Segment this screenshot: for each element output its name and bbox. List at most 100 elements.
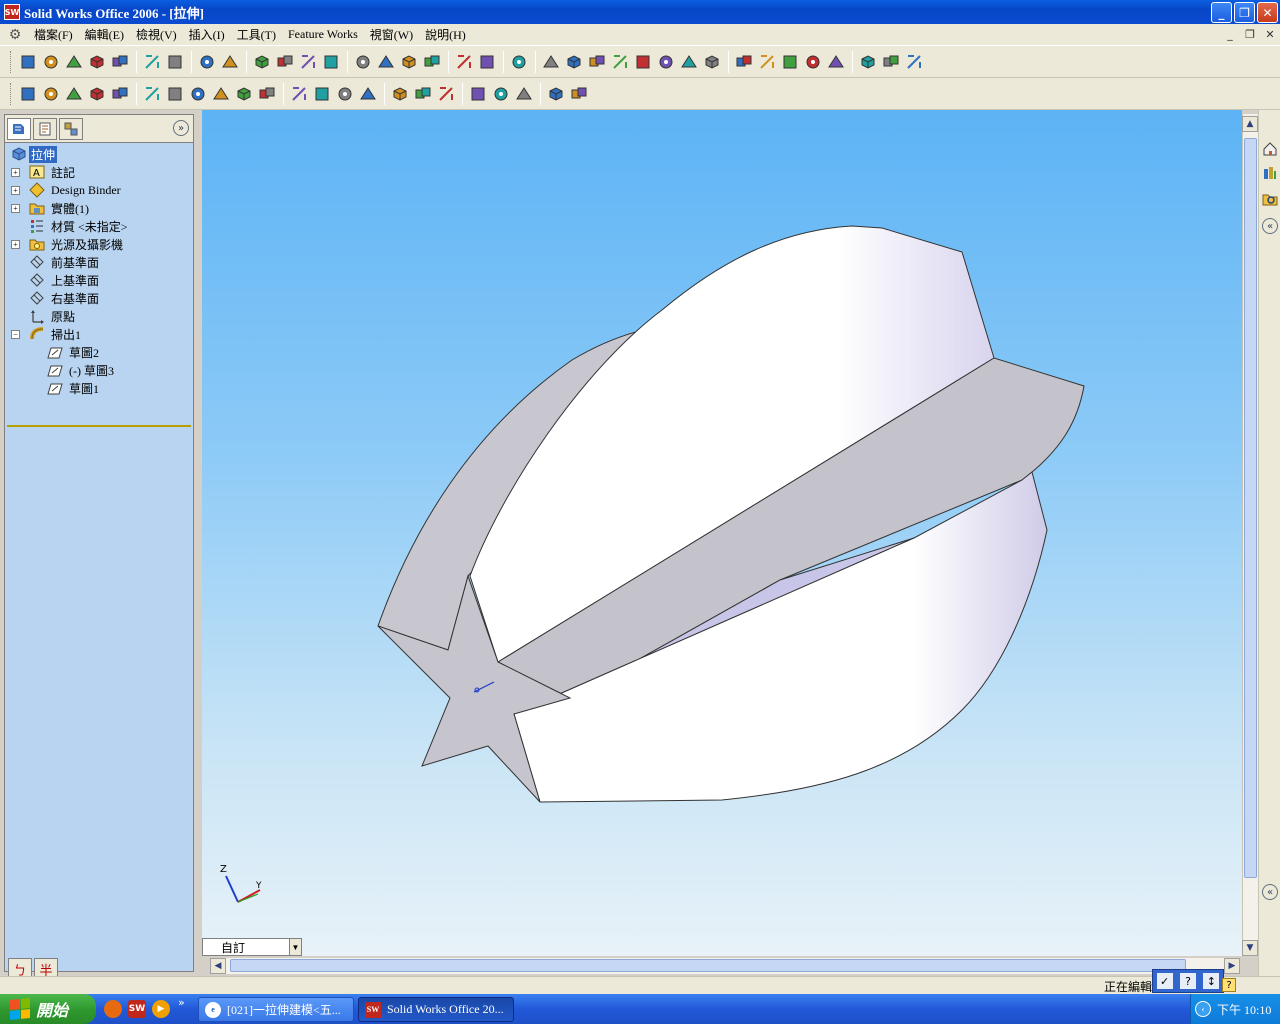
- collapse-icon[interactable]: «: [1262, 218, 1278, 234]
- horizontal-scroll-thumb[interactable]: [230, 959, 1186, 972]
- select-filter-icon[interactable]: [274, 51, 296, 73]
- new-icon[interactable]: [17, 51, 39, 73]
- expand-panel-icon[interactable]: »: [173, 120, 189, 136]
- smart-dim-icon[interactable]: [421, 51, 443, 73]
- grid-icon[interactable]: [352, 51, 374, 73]
- rebuild-icon[interactable]: [320, 51, 342, 73]
- toolbar-grip[interactable]: [10, 82, 13, 105]
- tree-item[interactable]: 材質 <未指定>: [5, 217, 193, 235]
- media-player-icon[interactable]: ▶: [152, 1000, 170, 1018]
- tree-expand-toggle[interactable]: +: [11, 185, 20, 195]
- features-icon[interactable]: [568, 83, 590, 105]
- shadows-icon[interactable]: [857, 51, 879, 73]
- circular-pattern-icon[interactable]: [412, 83, 434, 105]
- solidworks-app-icon[interactable]: SW: [4, 4, 20, 20]
- loft-icon[interactable]: [86, 83, 108, 105]
- shape-icon[interactable]: [288, 83, 310, 105]
- scroll-down-button[interactable]: ▼: [1242, 940, 1258, 956]
- draft-icon[interactable]: [210, 83, 232, 105]
- expand-task-pane-icon[interactable]: «: [1262, 884, 1278, 900]
- tree-item[interactable]: + 實體(1): [5, 199, 193, 217]
- maximize-button[interactable]: ❐: [1234, 2, 1255, 23]
- help-icon[interactable]: ?: [1222, 978, 1236, 992]
- fillet-icon[interactable]: [109, 83, 131, 105]
- deform-icon[interactable]: [334, 83, 356, 105]
- menu-featureworks[interactable]: Feature Works: [282, 27, 364, 42]
- sketch-icon[interactable]: [297, 51, 319, 73]
- print-icon[interactable]: [141, 51, 163, 73]
- properties-icon[interactable]: [453, 51, 475, 73]
- sweep-icon[interactable]: [63, 83, 85, 105]
- print-setup-icon[interactable]: [86, 51, 108, 73]
- zoom-fit-icon[interactable]: [540, 51, 562, 73]
- file-explorer-icon[interactable]: [1261, 190, 1279, 208]
- tree-item[interactable]: 原點: [5, 307, 193, 325]
- mirror-icon[interactable]: [435, 83, 457, 105]
- zoom-selection-icon[interactable]: [609, 51, 631, 73]
- section-view-icon[interactable]: [880, 51, 902, 73]
- hidden-lines-visible-icon[interactable]: [756, 51, 778, 73]
- scroll-up-button[interactable]: ▲: [1242, 116, 1258, 132]
- color-icon[interactable]: [375, 51, 397, 73]
- firefox-icon[interactable]: [104, 1000, 122, 1018]
- tree-item[interactable]: + A 註記: [5, 163, 193, 181]
- quick-launch-more[interactable]: »: [178, 996, 185, 1009]
- tree-item[interactable]: − 掃出1: [5, 325, 193, 343]
- tree-root-part[interactable]: 拉伸: [5, 145, 193, 163]
- undo-icon[interactable]: [196, 51, 218, 73]
- measure-icon[interactable]: [508, 51, 530, 73]
- tab-property-manager[interactable]: [33, 117, 57, 140]
- indent-icon[interactable]: [357, 83, 379, 105]
- open-icon[interactable]: [40, 51, 62, 73]
- graphics-area[interactable]: Z Y: [202, 110, 1242, 956]
- extrude-boss-icon[interactable]: [17, 83, 39, 105]
- chamfer-icon[interactable]: [141, 83, 163, 105]
- scroll-left-button[interactable]: ◀: [210, 958, 226, 974]
- ime-options-icon[interactable]: ↕: [1203, 973, 1220, 989]
- taskbar-button-browser[interactable]: e [021]一拉伸建模<五...: [198, 997, 354, 1022]
- taskbar-button-solidworks[interactable]: SW Solid Works Office 20...: [358, 997, 514, 1022]
- flex-icon[interactable]: [311, 83, 333, 105]
- model-view[interactable]: Z Y: [202, 110, 1242, 956]
- tree-expand-toggle[interactable]: +: [11, 167, 20, 177]
- split-line-icon[interactable]: [490, 83, 512, 105]
- tree-item[interactable]: 上基準面: [5, 271, 193, 289]
- revolve-icon[interactable]: [40, 83, 62, 105]
- dome-icon[interactable]: [256, 83, 278, 105]
- rib-icon[interactable]: [164, 83, 186, 105]
- menu-window[interactable]: 視窗(W): [364, 26, 419, 43]
- menu-help[interactable]: 說明(H): [419, 26, 472, 43]
- document-minimize-button[interactable]: _: [1222, 27, 1238, 41]
- redo-icon[interactable]: [219, 51, 241, 73]
- tree-item[interactable]: 草圖1: [5, 379, 193, 397]
- tree-expand-toggle[interactable]: −: [11, 329, 20, 339]
- chevron-down-icon[interactable]: ▼: [289, 939, 301, 955]
- tree-item[interactable]: 草圖2: [5, 343, 193, 361]
- shell-icon[interactable]: [187, 83, 209, 105]
- tray-chevron-icon[interactable]: ‹: [1195, 1001, 1211, 1017]
- toolbar-grip[interactable]: [10, 50, 13, 73]
- tree-item[interactable]: 右基準面: [5, 289, 193, 307]
- tree-item[interactable]: 前基準面: [5, 253, 193, 271]
- minimize-button[interactable]: _: [1211, 2, 1232, 23]
- menu-view[interactable]: 檢視(V): [130, 26, 183, 43]
- tree-expand-toggle[interactable]: +: [11, 239, 20, 249]
- design-library-icon[interactable]: [1261, 164, 1279, 182]
- horizontal-scrollbar[interactable]: ◀ ▶: [210, 958, 1240, 974]
- select-icon[interactable]: [251, 51, 273, 73]
- hidden-lines-removed-icon[interactable]: [779, 51, 801, 73]
- helix-icon[interactable]: [513, 83, 535, 105]
- scroll-right-button[interactable]: ▶: [1224, 958, 1240, 974]
- start-button[interactable]: 開始: [0, 994, 96, 1024]
- close-button[interactable]: ✕: [1257, 2, 1278, 23]
- menu-insert[interactable]: 插入(I): [183, 26, 231, 43]
- solidworks-icon[interactable]: SW: [128, 1000, 146, 1018]
- vertical-scrollbar[interactable]: ▲ ▼: [1242, 114, 1258, 956]
- configuration-dropdown[interactable]: 自訂 ▼: [202, 938, 302, 956]
- curve-driven-icon[interactable]: [467, 83, 489, 105]
- tab-configuration-manager[interactable]: [59, 117, 83, 140]
- tree-item[interactable]: (-) 草圖3: [5, 361, 193, 379]
- standard-views-icon[interactable]: [701, 51, 723, 73]
- home-icon[interactable]: [1261, 140, 1279, 158]
- clock[interactable]: 下午 10:10: [1217, 1001, 1271, 1018]
